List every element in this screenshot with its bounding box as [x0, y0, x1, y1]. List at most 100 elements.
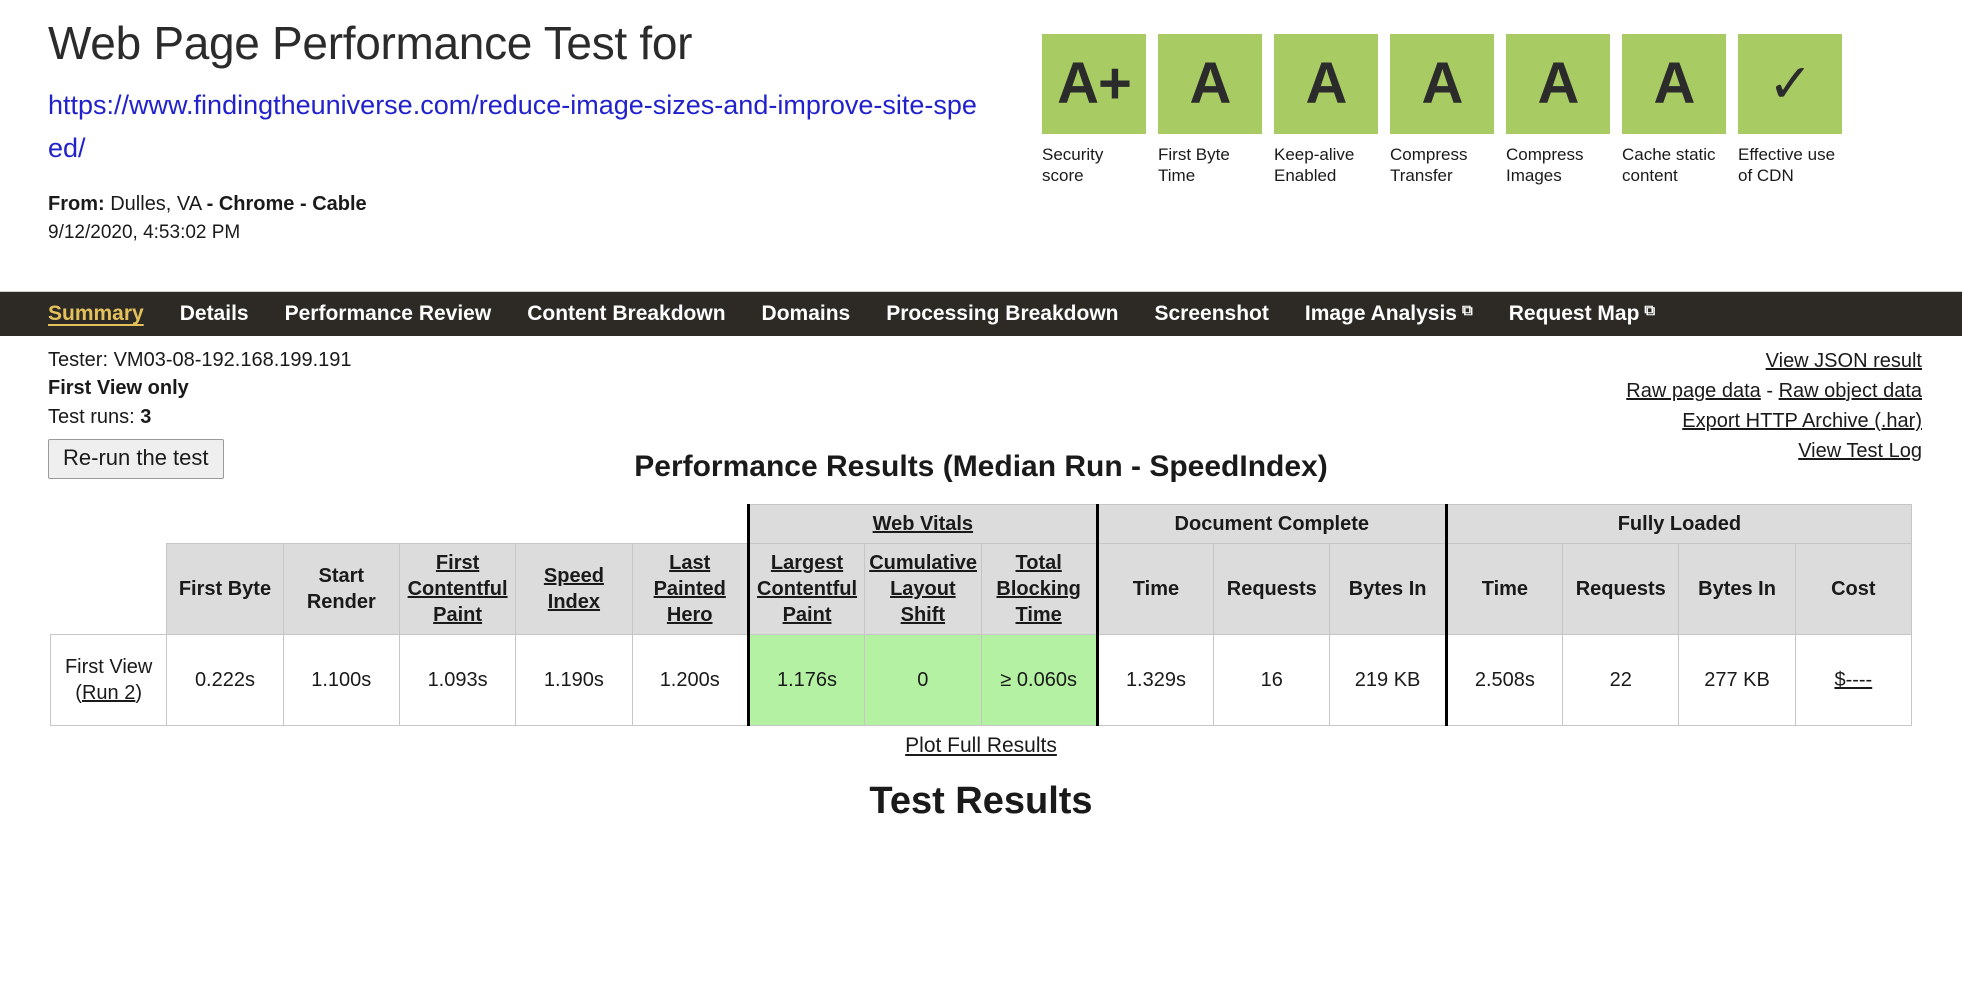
- cell-bytes-in: 277 KB: [1679, 635, 1795, 726]
- performance-table-wrapper: Web VitalsDocument CompleteFully Loaded …: [0, 504, 1962, 726]
- cell-cost[interactable]: $----: [1795, 635, 1911, 726]
- page-title: Web Page Performance Test for: [48, 18, 1030, 70]
- column-header-first-contentful-paint[interactable]: First Contentful Paint: [399, 544, 515, 635]
- result-links: View JSON result Raw page data - Raw obj…: [1626, 346, 1922, 444]
- plot-full-results-row: Plot Full Results: [0, 734, 1962, 758]
- nav-item-screenshot[interactable]: Screenshot: [1136, 302, 1286, 326]
- test-timestamp: 9/12/2020, 4:53:02 PM: [48, 220, 1030, 246]
- column-header-time: Time: [1097, 544, 1213, 635]
- column-header-total-blocking-time[interactable]: Total Blocking Time: [981, 544, 1097, 635]
- column-header-last-painted-hero[interactable]: Last Painted Hero: [632, 544, 748, 635]
- view-test-log-row: View Test Log: [1626, 436, 1922, 466]
- cell-total-blocking-time: ≥ 0.060s: [981, 635, 1097, 726]
- grade-item: AKeep-alive Enabled: [1274, 34, 1378, 187]
- run-number-link[interactable]: Run 2: [82, 682, 135, 704]
- column-header-requests: Requests: [1214, 544, 1330, 635]
- nav-item-performance-review[interactable]: Performance Review: [267, 302, 510, 326]
- plot-full-results-link[interactable]: Plot Full Results: [905, 734, 1057, 757]
- table-body: First View (Run 2)0.222s1.100s1.093s1.19…: [51, 635, 1912, 726]
- group-header-document-complete: Document Complete: [1097, 505, 1446, 544]
- raw-page-data-link[interactable]: Raw page data: [1626, 380, 1761, 402]
- cell-first-byte: 0.222s: [167, 635, 283, 726]
- column-header-time: Time: [1446, 544, 1562, 635]
- grade-label: Effective use of CDN: [1738, 144, 1842, 187]
- column-header-speed-index[interactable]: Speed Index: [516, 544, 632, 635]
- tested-url-link[interactable]: https://www.findingtheuniverse.com/reduc…: [48, 84, 988, 171]
- header-left-column: Web Page Performance Test for https://ww…: [0, 18, 1030, 246]
- nav-item-domains[interactable]: Domains: [744, 302, 869, 326]
- grade-letter: A: [1274, 34, 1378, 134]
- column-header-cumulative-layout-shift[interactable]: Cumulative Layout Shift: [865, 544, 981, 635]
- nav-item-label: Request Map: [1509, 302, 1640, 326]
- cell-last-painted-hero: 1.200s: [632, 635, 748, 726]
- nav-item-content-breakdown[interactable]: Content Breakdown: [509, 302, 743, 326]
- cell-largest-contentful-paint: 1.176s: [748, 635, 864, 726]
- grade-letter: A+: [1042, 34, 1146, 134]
- test-runs-value: 3: [140, 406, 151, 428]
- nav-item-processing-breakdown[interactable]: Processing Breakdown: [868, 302, 1136, 326]
- from-label: From:: [48, 193, 105, 215]
- column-header-bytes-in: Bytes In: [1679, 544, 1795, 635]
- from-browser: Chrome: [219, 193, 295, 215]
- test-info-bar: Tester: VM03-08-192.168.199.191 First Vi…: [0, 336, 1962, 444]
- table-header-spacer: [51, 505, 749, 544]
- raw-data-row: Raw page data - Raw object data: [1626, 376, 1922, 406]
- cell-first-contentful-paint: 1.093s: [399, 635, 515, 726]
- column-header-cost: Cost: [1795, 544, 1911, 635]
- nav-item-details[interactable]: Details: [162, 302, 267, 326]
- test-runs-line: Test runs: 3: [48, 403, 352, 431]
- grade-item: ✓ Effective use of CDN: [1738, 34, 1842, 187]
- table-head: Web VitalsDocument CompleteFully Loaded …: [51, 505, 1912, 635]
- view-test-log-link[interactable]: View Test Log: [1798, 440, 1922, 462]
- view-json-row: View JSON result: [1626, 346, 1922, 376]
- cell-speed-index: 1.190s: [516, 635, 632, 726]
- table-column-header-row: First ByteStart RenderFirst Contentful P…: [51, 544, 1912, 635]
- grade-label: First Byte Time: [1158, 144, 1262, 187]
- test-runs-label: Test runs:: [48, 406, 135, 428]
- nav-item-label: Domains: [762, 302, 851, 326]
- export-har-link[interactable]: Export HTTP Archive (.har): [1682, 410, 1922, 432]
- nav-item-label: Processing Breakdown: [886, 302, 1118, 326]
- tester-label: Tester:: [48, 349, 108, 371]
- cell-time: 1.329s: [1097, 635, 1213, 726]
- grade-letter: A: [1506, 34, 1610, 134]
- raw-object-data-link[interactable]: Raw object data: [1779, 380, 1922, 402]
- group-header-fully-loaded: Fully Loaded: [1446, 505, 1911, 544]
- column-header-largest-contentful-paint[interactable]: Largest Contentful Paint: [748, 544, 864, 635]
- from-connection: Cable: [312, 193, 366, 215]
- grade-letter: A: [1622, 34, 1726, 134]
- grade-letter: A: [1158, 34, 1262, 134]
- test-meta: Tester: VM03-08-192.168.199.191 First Vi…: [48, 346, 352, 444]
- nav-item-label: Summary: [48, 302, 144, 326]
- nav-item-summary[interactable]: Summary: [30, 302, 162, 326]
- view-json-result-link[interactable]: View JSON result: [1766, 350, 1922, 372]
- cell-bytes-in: 219 KB: [1330, 635, 1446, 726]
- nav-item-label: Content Breakdown: [527, 302, 725, 326]
- cell-requests: 22: [1563, 635, 1679, 726]
- row-label-cell: First View (Run 2): [51, 635, 167, 726]
- grade-label: Security score: [1042, 144, 1146, 187]
- grade-item: A Cache static content: [1622, 34, 1726, 187]
- checkmark-icon: ✓: [1738, 34, 1842, 134]
- tester-line: Tester: VM03-08-192.168.199.191: [48, 346, 352, 374]
- nav-item-image-analysis[interactable]: Image Analysis ⧉: [1287, 302, 1491, 326]
- rerun-test-button[interactable]: Re-run the test: [48, 439, 224, 479]
- grade-label: Compress Transfer: [1390, 144, 1494, 187]
- grade-item: A Compress Transfer: [1390, 34, 1494, 187]
- main-navigation: Summary DetailsPerformance Review Content …: [0, 292, 1962, 336]
- nav-item-label: Image Analysis: [1305, 302, 1457, 326]
- performance-results-table: Web VitalsDocument CompleteFully Loaded …: [50, 504, 1912, 726]
- external-link-icon: ⧉: [1462, 303, 1473, 318]
- nav-item-request-map[interactable]: Request Map⧉: [1491, 302, 1673, 326]
- test-config-line: From: Dulles, VA - Chrome - Cable: [48, 191, 1030, 218]
- page-header: Web Page Performance Test for https://ww…: [0, 0, 1962, 292]
- cell-requests: 16: [1214, 635, 1330, 726]
- nav-item-label: Screenshot: [1154, 302, 1268, 326]
- group-header-web-vitals[interactable]: Web Vitals: [748, 505, 1097, 544]
- grade-label: Cache static content: [1622, 144, 1726, 187]
- column-header-start-render: Start Render: [283, 544, 399, 635]
- grade-letter: A: [1390, 34, 1494, 134]
- cost-link[interactable]: $----: [1834, 669, 1872, 691]
- column-header-requests: Requests: [1563, 544, 1679, 635]
- from-dash-2: -: [300, 193, 307, 215]
